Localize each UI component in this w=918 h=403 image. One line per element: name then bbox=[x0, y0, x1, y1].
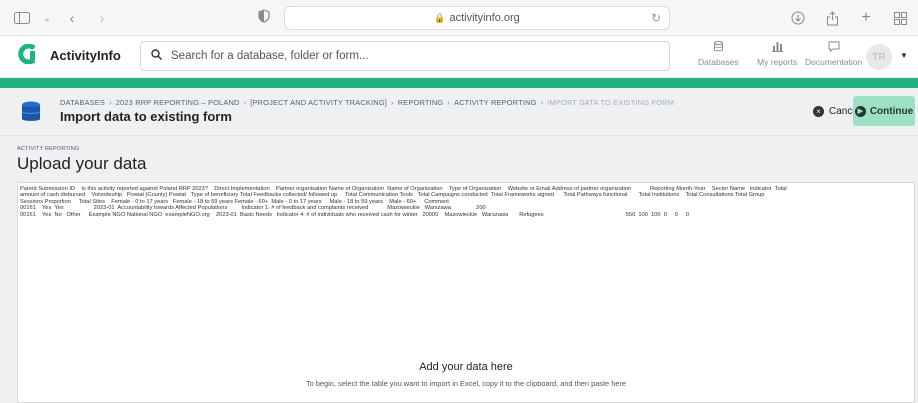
app-header: ActivityInfo Search for a database, fold… bbox=[0, 36, 918, 78]
upload-section: ACTIVITY REPORTING Upload your data Pare… bbox=[0, 136, 918, 403]
activityinfo-logo-icon[interactable] bbox=[18, 43, 38, 65]
nav-databases-label: Databases bbox=[698, 57, 739, 67]
search-icon bbox=[151, 49, 162, 63]
forward-icon[interactable]: › bbox=[92, 8, 112, 28]
chat-icon bbox=[828, 41, 840, 55]
continue-button[interactable]: ▶ Continue bbox=[853, 96, 915, 126]
browser-actions: + bbox=[788, 8, 910, 28]
search-input[interactable]: Search for a database, folder or form... bbox=[140, 41, 670, 71]
page-title: Import data to existing form bbox=[60, 109, 232, 124]
close-icon: × bbox=[813, 105, 824, 117]
breadcrumb-item-database[interactable]: 2023 RRP REPORTING – POLAND bbox=[116, 98, 240, 107]
play-icon: ▶ bbox=[854, 105, 866, 117]
download-icon[interactable] bbox=[788, 8, 808, 28]
accent-strip bbox=[0, 78, 918, 88]
browser-toolbar: ⌄ ‹ › 🔒 activityinfo.org ↻ + bbox=[0, 0, 918, 36]
nav-documentation-label: Documentation bbox=[805, 57, 863, 67]
breadcrumb-item-current: IMPORT DATA TO EXISTING FORM bbox=[547, 98, 675, 107]
avatar[interactable]: TR bbox=[866, 44, 892, 70]
sidebar-toggle-icon[interactable] bbox=[12, 8, 32, 28]
pasted-data: Parent Submission ID Is this activity re… bbox=[20, 186, 787, 218]
breadcrumb-item-databases[interactable]: DATABASES bbox=[60, 98, 105, 107]
chevron-down-icon[interactable]: ⌄ bbox=[42, 8, 52, 28]
pasted-line: amount of cash disbursed Voivodeship Pow… bbox=[20, 192, 765, 199]
database-icon bbox=[713, 41, 723, 55]
share-icon[interactable] bbox=[822, 8, 842, 28]
app-name[interactable]: ActivityInfo bbox=[50, 48, 121, 63]
breadcrumb-item-activity-reporting[interactable]: ACTIVITY REPORTING bbox=[454, 98, 537, 107]
lock-icon: 🔒 bbox=[434, 12, 446, 23]
privacy-shield-icon[interactable] bbox=[258, 9, 270, 26]
nav-databases[interactable]: Databases bbox=[698, 41, 739, 67]
browser-nav-controls: ⌄ ‹ › bbox=[12, 8, 112, 28]
reload-icon[interactable]: ↻ bbox=[651, 11, 661, 25]
url-text: activityinfo.org bbox=[449, 12, 520, 24]
nav-my-reports[interactable]: My reports bbox=[757, 41, 797, 67]
upload-title: Upload your data bbox=[17, 154, 147, 173]
search-placeholder: Search for a database, folder or form... bbox=[171, 50, 369, 62]
pasted-line: 00161 Yes No Other Example NGO National … bbox=[20, 211, 690, 218]
address-bar[interactable]: 🔒 activityinfo.org ↻ bbox=[284, 6, 670, 30]
form-name-label: ACTIVITY REPORTING bbox=[17, 146, 80, 152]
add-data-title: Add your data here bbox=[419, 361, 513, 373]
bar-chart-icon bbox=[771, 41, 783, 55]
database-form-icon bbox=[20, 100, 42, 124]
add-data-hint: To begin, select the table you want to i… bbox=[305, 379, 627, 388]
back-icon[interactable]: ‹ bbox=[62, 8, 82, 28]
nav-documentation[interactable]: Documentation bbox=[805, 41, 862, 67]
breadcrumb-item-reporting[interactable]: REPORTING bbox=[398, 98, 444, 107]
tab-overview-icon[interactable] bbox=[890, 8, 910, 28]
paste-area[interactable]: Parent Submission ID Is this activity re… bbox=[17, 182, 915, 403]
breadcrumb: DATABASES › 2023 RRP REPORTING – POLAND › [P… bbox=[60, 98, 675, 107]
nav-my-reports-label: My reports bbox=[757, 57, 798, 67]
new-tab-icon[interactable]: + bbox=[856, 8, 876, 28]
continue-label: Continue bbox=[869, 105, 914, 117]
caret-down-icon[interactable]: ▼ bbox=[900, 51, 908, 60]
page-header: DATABASES › 2023 RRP REPORTING – POLAND › [P… bbox=[0, 88, 918, 136]
breadcrumb-item-folder[interactable]: [PROJECT AND ACTIVITY TRACKING] bbox=[250, 98, 387, 107]
